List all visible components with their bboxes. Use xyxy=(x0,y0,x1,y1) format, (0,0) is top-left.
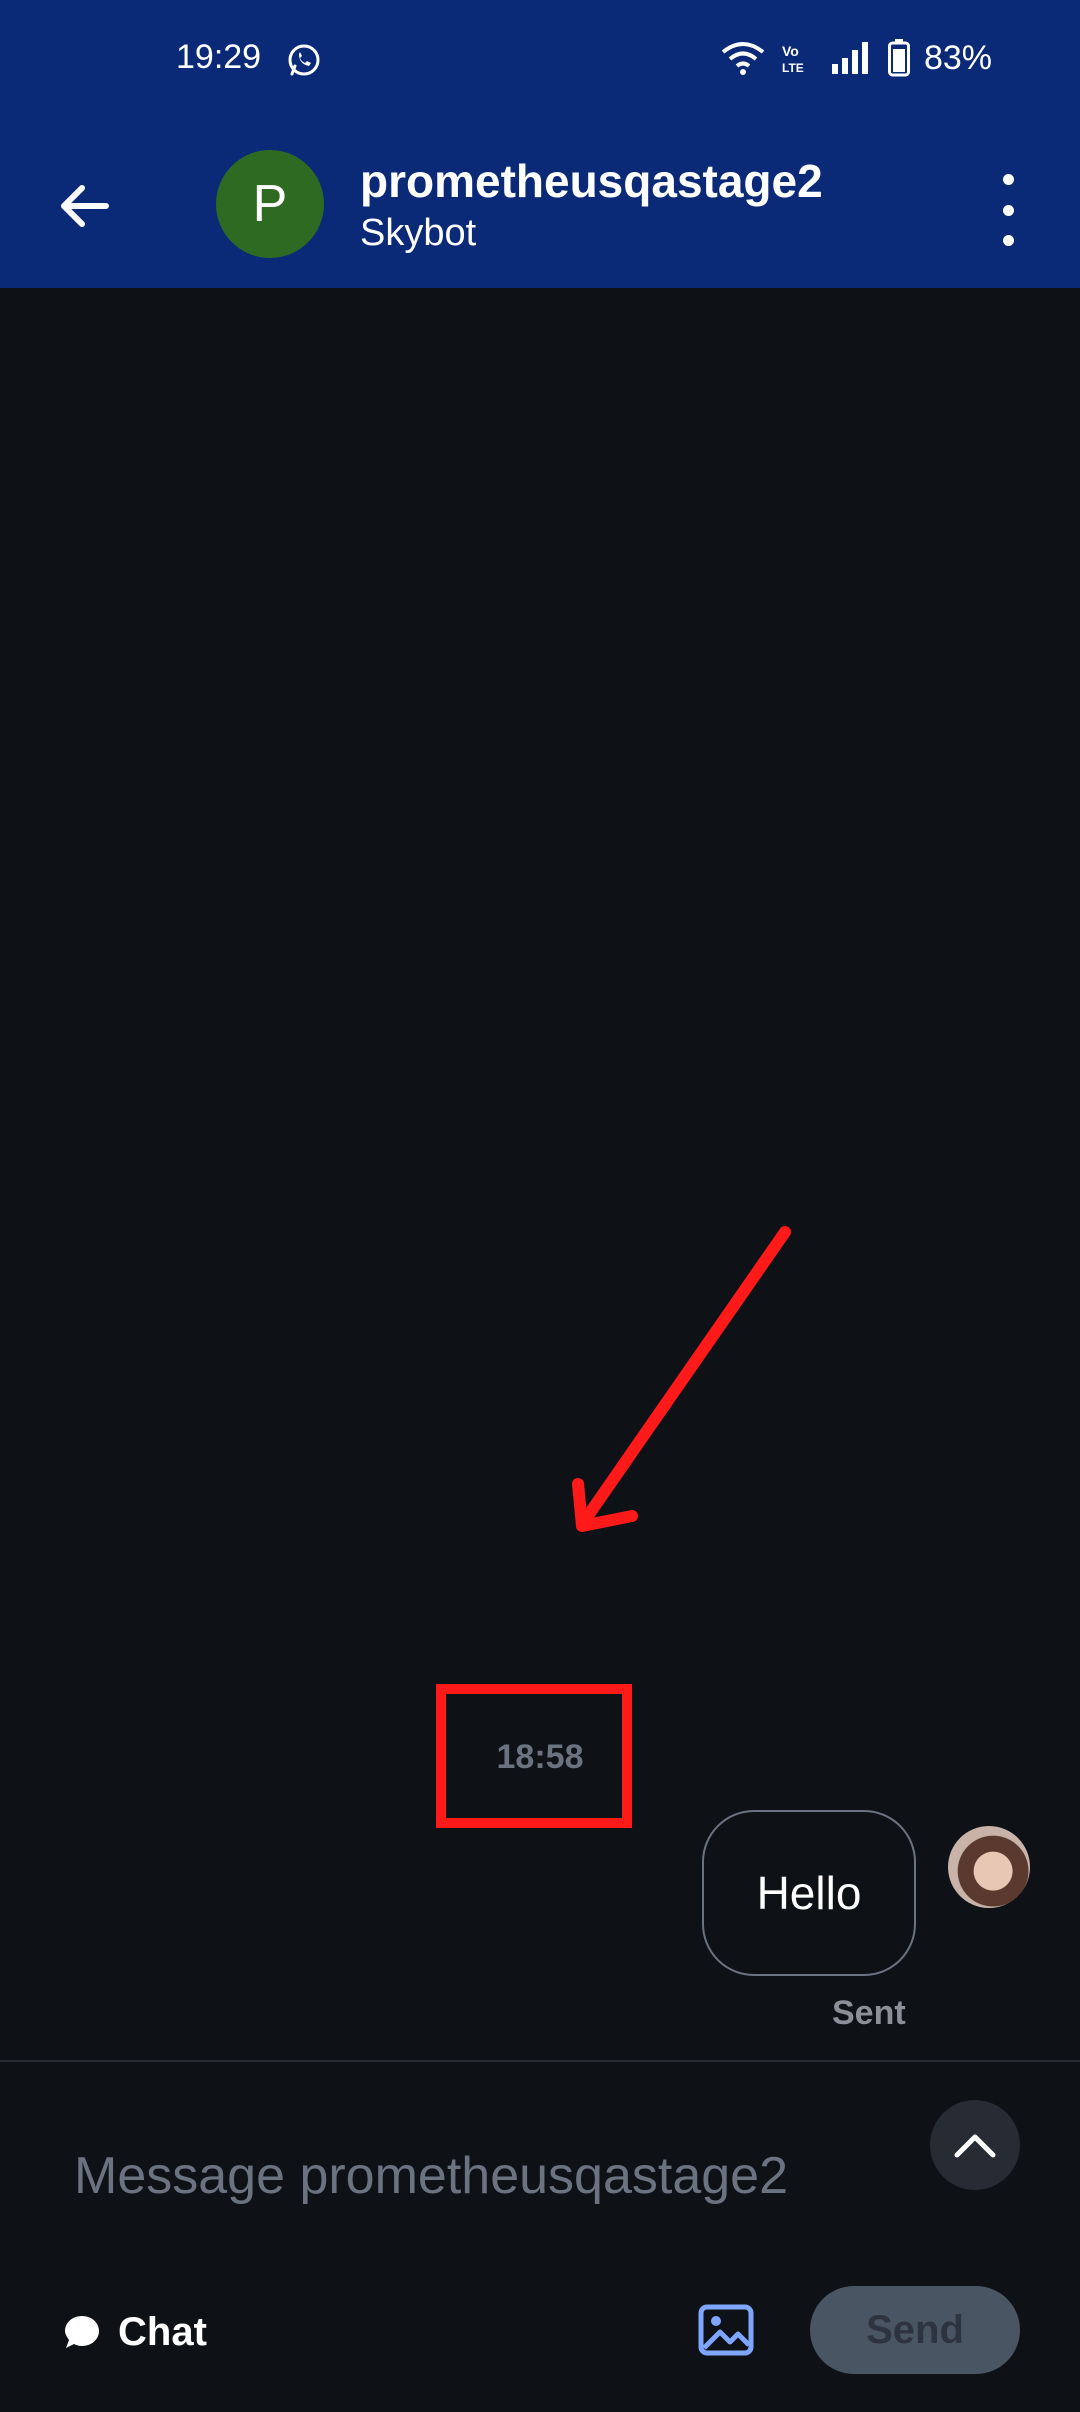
menu-dot xyxy=(1002,174,1014,185)
menu-dot xyxy=(1002,204,1014,216)
chevron-up-icon xyxy=(954,2134,996,2158)
svg-text:Vo: Vo xyxy=(782,43,799,59)
sent-message-bubble[interactable]: Hello xyxy=(702,1810,916,1976)
volte-icon: Vo LTE xyxy=(782,43,804,75)
chat-tab[interactable]: Chat xyxy=(62,2304,207,2360)
message-status: Sent xyxy=(832,1994,906,2032)
contact-name: prometheusqastage2 xyxy=(360,155,823,207)
annotation-arrow xyxy=(572,1226,791,1532)
svg-text:LTE: LTE xyxy=(782,61,804,75)
composer-divider xyxy=(0,2060,1080,2062)
user-avatar xyxy=(948,1826,1030,1908)
chat-header: P prometheusqastage2 Skybot xyxy=(0,126,1080,288)
more-options-button[interactable] xyxy=(990,174,1026,246)
menu-dot xyxy=(1002,235,1014,246)
message-timestamp: 18:58 xyxy=(496,1738,584,1776)
send-button[interactable]: Send xyxy=(810,2286,1020,2374)
contact-subtitle: Skybot xyxy=(360,212,477,254)
chat-screen: 19:29 Vo LTE 83% P prometheusqastage2 Sk… xyxy=(0,0,1080,2412)
status-time: 19:29 xyxy=(176,38,262,76)
wifi-icon xyxy=(721,42,765,75)
expand-up-button[interactable] xyxy=(930,2100,1020,2190)
signal-icon xyxy=(831,42,868,74)
status-bar: 19:29 Vo LTE 83% xyxy=(0,0,1080,126)
chat-label: Chat xyxy=(118,2309,207,2354)
contact-avatar[interactable]: P xyxy=(216,150,324,258)
whatsapp-icon xyxy=(288,44,320,76)
battery-icon xyxy=(887,39,910,77)
image-attach-icon[interactable] xyxy=(696,2300,756,2360)
message-input[interactable] xyxy=(72,2140,896,2212)
chat-bubble-icon xyxy=(65,2316,99,2348)
status-icons: Vo LTE 83% xyxy=(720,38,992,78)
back-arrow-icon xyxy=(61,185,109,227)
battery-percent: 83% xyxy=(923,38,992,77)
back-button[interactable] xyxy=(44,166,124,246)
